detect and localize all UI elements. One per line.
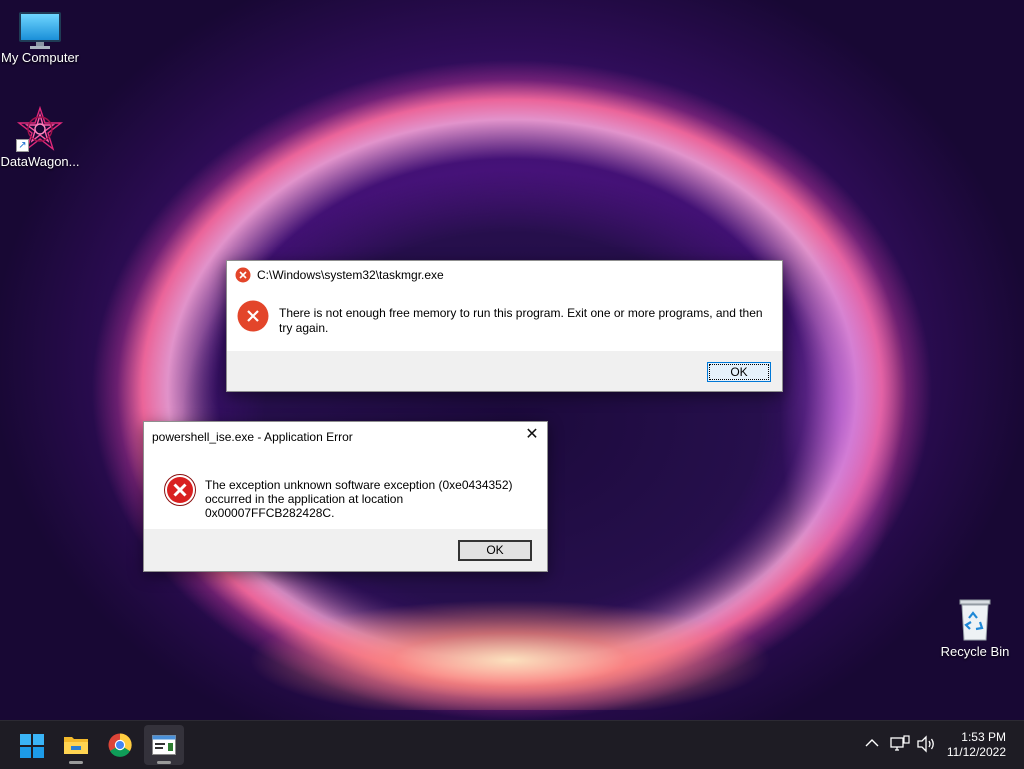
taskmgr-error-dialog: C:\Windows\system32\taskmgr.exe There is…	[226, 260, 783, 392]
running-indicator	[69, 761, 83, 764]
ok-button[interactable]: OK	[458, 540, 532, 561]
volume-button[interactable]	[914, 721, 938, 769]
dialog-message: There is not enough free memory to run t…	[279, 306, 774, 336]
network-status-button[interactable]	[888, 721, 912, 769]
error-icon	[237, 300, 269, 337]
monitor-icon	[19, 12, 61, 49]
chrome-icon	[108, 733, 132, 761]
recycle-bin-icon	[957, 598, 993, 642]
running-indicator	[157, 761, 171, 764]
taskbar-file-explorer[interactable]	[56, 725, 96, 765]
dialog-footer: OK	[144, 529, 547, 571]
dialog-title-error-icon	[235, 267, 251, 288]
clock-time: 1:53 PM	[961, 730, 1006, 744]
desktop-icon-datawagon[interactable]: ↗ DataWagon...	[0, 105, 80, 169]
start-button[interactable]	[12, 725, 52, 765]
close-icon[interactable]: ✕	[522, 425, 542, 445]
network-icon	[890, 735, 910, 756]
datawagon-app-icon: ↗	[16, 105, 64, 152]
dialog-title: powershell_ise.exe - Application Error	[152, 430, 353, 444]
wallpaper-glow-bottom	[250, 560, 770, 710]
desktop-icon-label: DataWagon...	[0, 154, 80, 169]
taskbar-taskmgr-app[interactable]	[144, 725, 184, 765]
taskbar-chrome[interactable]	[100, 725, 140, 765]
chevron-up-icon	[865, 737, 879, 751]
dialog-message-line: try again.	[279, 321, 329, 335]
desktop-icon-label: Recycle Bin	[940, 644, 1010, 659]
show-hidden-icons-button[interactable]	[862, 721, 882, 769]
folder-icon	[63, 734, 89, 760]
clock-date: 11/12/2022	[946, 745, 1006, 759]
powershell-error-dialog: powershell_ise.exe - Application Error ✕…	[143, 421, 548, 572]
dialog-message-line: The exception unknown software exception…	[205, 478, 513, 492]
windows-logo-icon	[20, 734, 44, 762]
error-icon	[164, 474, 196, 511]
ok-button[interactable]: OK	[707, 362, 771, 382]
speaker-icon	[916, 735, 936, 756]
app-window-icon	[152, 735, 176, 759]
dialog-message-line: occurred in the application at location …	[205, 492, 404, 520]
shortcut-arrow-icon: ↗	[16, 139, 29, 152]
dialog-footer: OK	[227, 351, 782, 391]
desktop-icon-recycle-bin[interactable]: Recycle Bin	[935, 598, 1015, 659]
dialog-message-line: There is not enough free memory to run t…	[279, 306, 763, 320]
dialog-message: The exception unknown software exception…	[205, 478, 535, 520]
dialog-title: C:\Windows\system32\taskmgr.exe	[257, 268, 444, 282]
wallpaper-glow-right	[780, 220, 940, 600]
taskbar: 1:53 PM 11/12/2022	[0, 720, 1024, 769]
desktop-icon-my-computer[interactable]: My Computer	[0, 12, 80, 65]
taskbar-clock[interactable]: 1:53 PM 11/12/2022	[947, 730, 1006, 760]
desktop-icon-label: My Computer	[0, 50, 80, 65]
